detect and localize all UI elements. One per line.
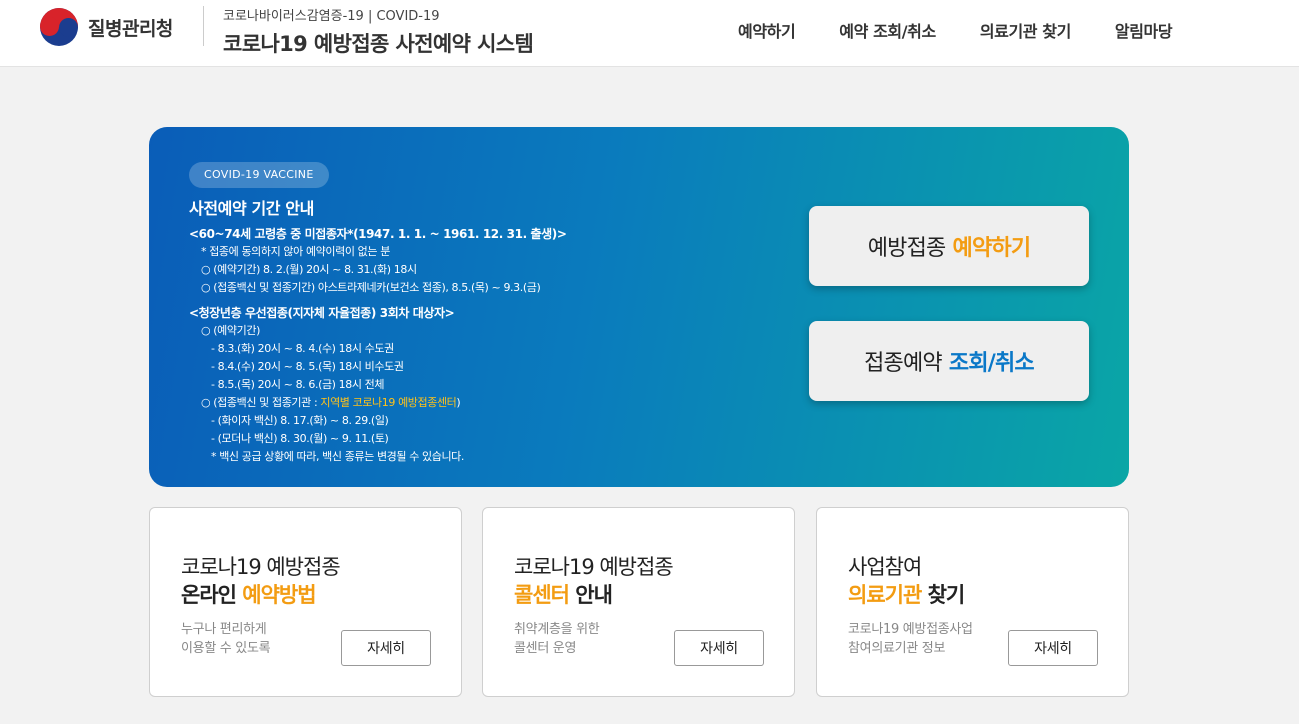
card-title-line1: 코로나19 예방접종 <box>181 555 341 579</box>
card-find-clinic: 사업참여 의료기관 찾기 코로나19 예방접종사업 참여의료기관 정보 자세히 <box>816 507 1129 697</box>
group2-period-item: - 8.4.(수) 20시 ~ 8. 5.(목) 18시 비수도권 <box>211 360 404 373</box>
card-description: 취약계층을 위한 콜센터 운영 <box>514 622 600 656</box>
site-header: 질병관리청 코로나바이러스감염증-19 | COVID-19 코로나19 예방접… <box>0 0 1299 67</box>
nav-lookup-cancel[interactable]: 예약 조회/취소 <box>839 18 936 42</box>
vaccine-badge: COVID-19 VACCINE <box>189 162 329 188</box>
card-title-line2: 온라인 예약방법 <box>181 583 317 607</box>
vaccination-center-highlight: 지역별 코로나19 예방접종센터 <box>320 396 457 409</box>
group2-vaccine-item: - (모더나 백신) 8. 30.(월) ~ 9. 11.(토) <box>211 432 389 445</box>
group2-period-label: ○ (예약기간) <box>201 324 260 337</box>
card-title-line1: 사업참여 <box>848 555 922 579</box>
lookup-cancel-button[interactable]: 접종예약 조회/취소 <box>809 321 1089 401</box>
reservation-banner: COVID-19 VACCINE 사전예약 기간 안내 <60~74세 고령층 … <box>149 127 1129 487</box>
reserve-vaccination-button[interactable]: 예방접종 예약하기 <box>809 206 1089 286</box>
main-nav: 예약하기 예약 조회/취소 의료기관 찾기 알림마당 <box>738 18 1216 42</box>
card-title-line2: 콜센터 안내 <box>514 583 613 607</box>
group2-footnote: * 백신 공급 상황에 따라, 백신 종류는 변경될 수 있습니다. <box>211 450 465 463</box>
group2-period-item: - 8.5.(목) 20시 ~ 8. 6.(금) 18시 전체 <box>211 378 385 391</box>
reservation-info: <60~74세 고령층 중 미접종자*(1947. 1. 1. ~ 1961. … <box>189 225 567 466</box>
detail-button[interactable]: 자세히 <box>674 630 764 666</box>
card-description: 누구나 편리하게 이용할 수 있도록 <box>181 622 271 656</box>
group1-vaccine: ○ (접종백신 및 접종기간) 아스트라제네카(보건소 접종), 8.5.(목)… <box>201 281 541 294</box>
system-title[interactable]: 코로나19 예방접종 사전예약 시스템 <box>223 28 534 58</box>
kdca-logo[interactable]: 질병관리청 <box>40 8 173 46</box>
group2-period-item: - 8.3.(화) 20시 ~ 8. 4.(수) 18시 수도권 <box>211 342 394 355</box>
detail-button[interactable]: 자세히 <box>1008 630 1098 666</box>
taegeuk-logo-icon <box>40 8 78 46</box>
card-online-reservation-method: 코로나19 예방접종 온라인 예약방법 누구나 편리하게 이용할 수 있도록 자… <box>149 507 462 697</box>
detail-button[interactable]: 자세히 <box>341 630 431 666</box>
group1-period: ○ (예약기간) 8. 2.(월) 20시 ~ 8. 31.(화) 18시 <box>201 263 417 276</box>
nav-notice[interactable]: 알림마당 <box>1115 18 1173 42</box>
group2-vaccine-item: - (화이자 백신) 8. 17.(화) ~ 8. 29.(일) <box>211 414 389 427</box>
header-divider <box>203 6 204 46</box>
group2-heading: <청장년층 우선접종(지자체 자율접종) 3회차 대상자> <box>189 306 455 320</box>
group2-vaccine-line: ○ (접종백신 및 접종기관 : 지역별 코로나19 예방접종센터) <box>201 396 461 409</box>
card-title-line1: 코로나19 예방접종 <box>514 555 674 579</box>
nav-reserve[interactable]: 예약하기 <box>738 18 796 42</box>
logo-name: 질병관리청 <box>88 17 173 40</box>
system-subtitle: 코로나바이러스감염증-19 | COVID-19 <box>223 9 440 24</box>
group1-note: * 접종에 동의하지 않아 예약이력이 없는 분 <box>201 245 390 258</box>
card-title-line2: 의료기관 찾기 <box>848 583 965 607</box>
card-description: 코로나19 예방접종사업 참여의료기관 정보 <box>848 622 973 656</box>
group1-heading: <60~74세 고령층 중 미접종자*(1947. 1. 1. ~ 1961. … <box>189 227 567 241</box>
nav-find-clinic[interactable]: 의료기관 찾기 <box>980 18 1071 42</box>
card-call-center: 코로나19 예방접종 콜센터 안내 취약계층을 위한 콜센터 운영 자세히 <box>482 507 795 697</box>
banner-title: 사전예약 기간 안내 <box>189 199 314 218</box>
